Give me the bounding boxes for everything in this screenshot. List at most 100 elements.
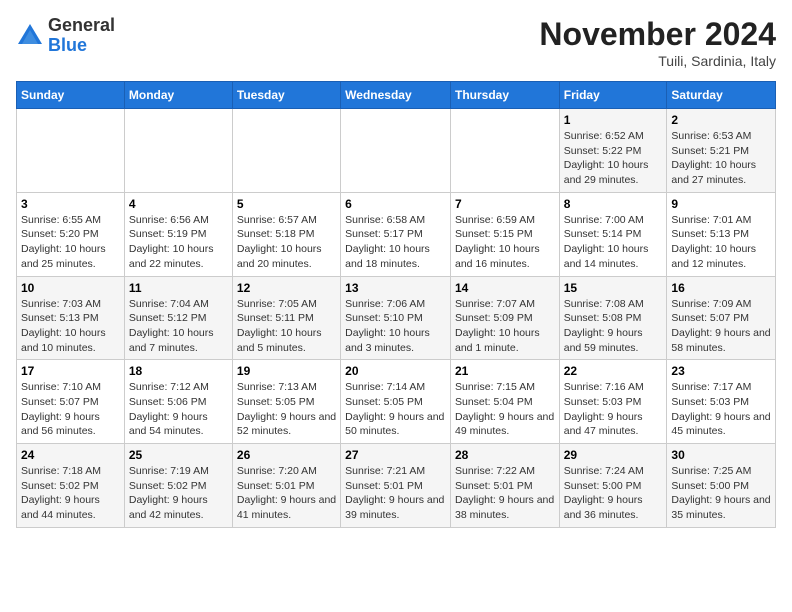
header-friday: Friday (559, 82, 667, 109)
calendar-day: 3 Sunrise: 6:55 AM Sunset: 5:20 PM Daylig… (17, 192, 125, 276)
day-number: 23 (671, 364, 771, 378)
logo: General Blue (16, 16, 115, 56)
day-number: 24 (21, 448, 120, 462)
calendar-day: 21 Sunrise: 7:15 AM Sunset: 5:04 PM Dayli… (450, 360, 559, 444)
day-number: 25 (129, 448, 228, 462)
day-info: Sunrise: 6:55 AM Sunset: 5:20 PM Dayligh… (21, 213, 120, 272)
day-info: Sunrise: 7:13 AM Sunset: 5:05 PM Dayligh… (237, 380, 336, 439)
day-number: 20 (345, 364, 446, 378)
day-number: 11 (129, 281, 228, 295)
day-info: Sunrise: 7:08 AM Sunset: 5:08 PM Dayligh… (564, 297, 663, 356)
header-saturday: Saturday (667, 82, 776, 109)
day-number: 13 (345, 281, 446, 295)
day-info: Sunrise: 6:53 AM Sunset: 5:21 PM Dayligh… (671, 129, 771, 188)
calendar-day: 24 Sunrise: 7:18 AM Sunset: 5:02 PM Dayli… (17, 444, 125, 528)
day-info: Sunrise: 7:06 AM Sunset: 5:10 PM Dayligh… (345, 297, 446, 356)
day-number: 15 (564, 281, 663, 295)
calendar-day: 23Sunrise: 7:17 AM Sunset: 5:03 PM Dayli… (667, 360, 776, 444)
day-number: 9 (671, 197, 771, 211)
day-number: 3 (21, 197, 120, 211)
day-info: Sunrise: 6:57 AM Sunset: 5:18 PM Dayligh… (237, 213, 336, 272)
day-number: 28 (455, 448, 555, 462)
calendar-day: 25 Sunrise: 7:19 AM Sunset: 5:02 PM Dayli… (124, 444, 232, 528)
header-sunday: Sunday (17, 82, 125, 109)
header-wednesday: Wednesday (341, 82, 451, 109)
logo-blue: Blue (48, 36, 115, 56)
day-info: Sunrise: 6:56 AM Sunset: 5:19 PM Dayligh… (129, 213, 228, 272)
calendar-day (341, 109, 451, 193)
calendar-day: 13 Sunrise: 7:06 AM Sunset: 5:10 PM Dayli… (341, 276, 451, 360)
calendar-day: 1 Sunrise: 6:52 AM Sunset: 5:22 PM Daylig… (559, 109, 667, 193)
day-info: Sunrise: 7:04 AM Sunset: 5:12 PM Dayligh… (129, 297, 228, 356)
calendar-day: 27Sunrise: 7:21 AM Sunset: 5:01 PM Dayli… (341, 444, 451, 528)
calendar-day: 26 Sunrise: 7:20 AM Sunset: 5:01 PM Dayli… (232, 444, 340, 528)
day-info: Sunrise: 7:01 AM Sunset: 5:13 PM Dayligh… (671, 213, 771, 272)
day-number: 27 (345, 448, 446, 462)
day-info: Sunrise: 7:24 AM Sunset: 5:00 PM Dayligh… (564, 464, 663, 523)
calendar-day: 20 Sunrise: 7:14 AM Sunset: 5:05 PM Dayli… (341, 360, 451, 444)
page-header: General Blue November 2024 Tuili, Sardin… (16, 16, 776, 69)
calendar-day: 17 Sunrise: 7:10 AM Sunset: 5:07 PM Dayli… (17, 360, 125, 444)
day-info: Sunrise: 7:18 AM Sunset: 5:02 PM Dayligh… (21, 464, 120, 523)
day-number: 30 (671, 448, 771, 462)
calendar-day (124, 109, 232, 193)
day-number: 4 (129, 197, 228, 211)
day-info: Sunrise: 7:12 AM Sunset: 5:06 PM Dayligh… (129, 380, 228, 439)
day-info: Sunrise: 7:00 AM Sunset: 5:14 PM Dayligh… (564, 213, 663, 272)
logo-text: General Blue (48, 16, 115, 56)
day-info: Sunrise: 7:22 AM Sunset: 5:01 PM Dayligh… (455, 464, 555, 523)
title-block: November 2024 Tuili, Sardinia, Italy (539, 16, 776, 69)
day-info: Sunrise: 7:09 AM Sunset: 5:07 PM Dayligh… (671, 297, 771, 356)
day-info: Sunrise: 7:15 AM Sunset: 5:04 PM Dayligh… (455, 380, 555, 439)
day-number: 26 (237, 448, 336, 462)
header-thursday: Thursday (450, 82, 559, 109)
day-number: 16 (671, 281, 771, 295)
calendar-day: 18 Sunrise: 7:12 AM Sunset: 5:06 PM Dayli… (124, 360, 232, 444)
day-info: Sunrise: 7:25 AM Sunset: 5:00 PM Dayligh… (671, 464, 771, 523)
calendar-day: 10Sunrise: 7:03 AM Sunset: 5:13 PM Dayli… (17, 276, 125, 360)
day-number: 8 (564, 197, 663, 211)
calendar-week-3: 17 Sunrise: 7:10 AM Sunset: 5:07 PM Dayli… (17, 360, 776, 444)
calendar-day: 14Sunrise: 7:07 AM Sunset: 5:09 PM Dayli… (450, 276, 559, 360)
day-number: 14 (455, 281, 555, 295)
calendar-day: 30 Sunrise: 7:25 AM Sunset: 5:00 PM Dayli… (667, 444, 776, 528)
calendar-day (232, 109, 340, 193)
calendar-day: 12Sunrise: 7:05 AM Sunset: 5:11 PM Dayli… (232, 276, 340, 360)
day-info: Sunrise: 7:19 AM Sunset: 5:02 PM Dayligh… (129, 464, 228, 523)
day-number: 21 (455, 364, 555, 378)
calendar-day: 2 Sunrise: 6:53 AM Sunset: 5:21 PM Daylig… (667, 109, 776, 193)
day-number: 17 (21, 364, 120, 378)
day-number: 18 (129, 364, 228, 378)
calendar-day: 22 Sunrise: 7:16 AM Sunset: 5:03 PM Dayli… (559, 360, 667, 444)
calendar-day: 15 Sunrise: 7:08 AM Sunset: 5:08 PM Dayli… (559, 276, 667, 360)
day-info: Sunrise: 7:16 AM Sunset: 5:03 PM Dayligh… (564, 380, 663, 439)
calendar-day: 7 Sunrise: 6:59 AM Sunset: 5:15 PM Daylig… (450, 192, 559, 276)
day-info: Sunrise: 7:20 AM Sunset: 5:01 PM Dayligh… (237, 464, 336, 523)
day-number: 6 (345, 197, 446, 211)
day-number: 19 (237, 364, 336, 378)
day-number: 10 (21, 281, 120, 295)
day-number: 1 (564, 113, 663, 127)
weekday-row: Sunday Monday Tuesday Wednesday Thursday… (17, 82, 776, 109)
day-info: Sunrise: 7:14 AM Sunset: 5:05 PM Dayligh… (345, 380, 446, 439)
logo-general: General (48, 16, 115, 36)
calendar-day: 16 Sunrise: 7:09 AM Sunset: 5:07 PM Dayli… (667, 276, 776, 360)
day-info: Sunrise: 6:58 AM Sunset: 5:17 PM Dayligh… (345, 213, 446, 272)
calendar-week-1: 3 Sunrise: 6:55 AM Sunset: 5:20 PM Daylig… (17, 192, 776, 276)
day-info: Sunrise: 6:52 AM Sunset: 5:22 PM Dayligh… (564, 129, 663, 188)
day-number: 22 (564, 364, 663, 378)
calendar-day (17, 109, 125, 193)
calendar-day: 11 Sunrise: 7:04 AM Sunset: 5:12 PM Dayli… (124, 276, 232, 360)
day-number: 29 (564, 448, 663, 462)
calendar-header: Sunday Monday Tuesday Wednesday Thursday… (17, 82, 776, 109)
header-tuesday: Tuesday (232, 82, 340, 109)
day-number: 2 (671, 113, 771, 127)
day-number: 7 (455, 197, 555, 211)
calendar-day: 29 Sunrise: 7:24 AM Sunset: 5:00 PM Dayli… (559, 444, 667, 528)
day-info: Sunrise: 6:59 AM Sunset: 5:15 PM Dayligh… (455, 213, 555, 272)
calendar-day: 4 Sunrise: 6:56 AM Sunset: 5:19 PM Daylig… (124, 192, 232, 276)
location-subtitle: Tuili, Sardinia, Italy (539, 53, 776, 69)
day-number: 12 (237, 281, 336, 295)
day-info: Sunrise: 7:10 AM Sunset: 5:07 PM Dayligh… (21, 380, 120, 439)
calendar-week-0: 1 Sunrise: 6:52 AM Sunset: 5:22 PM Daylig… (17, 109, 776, 193)
